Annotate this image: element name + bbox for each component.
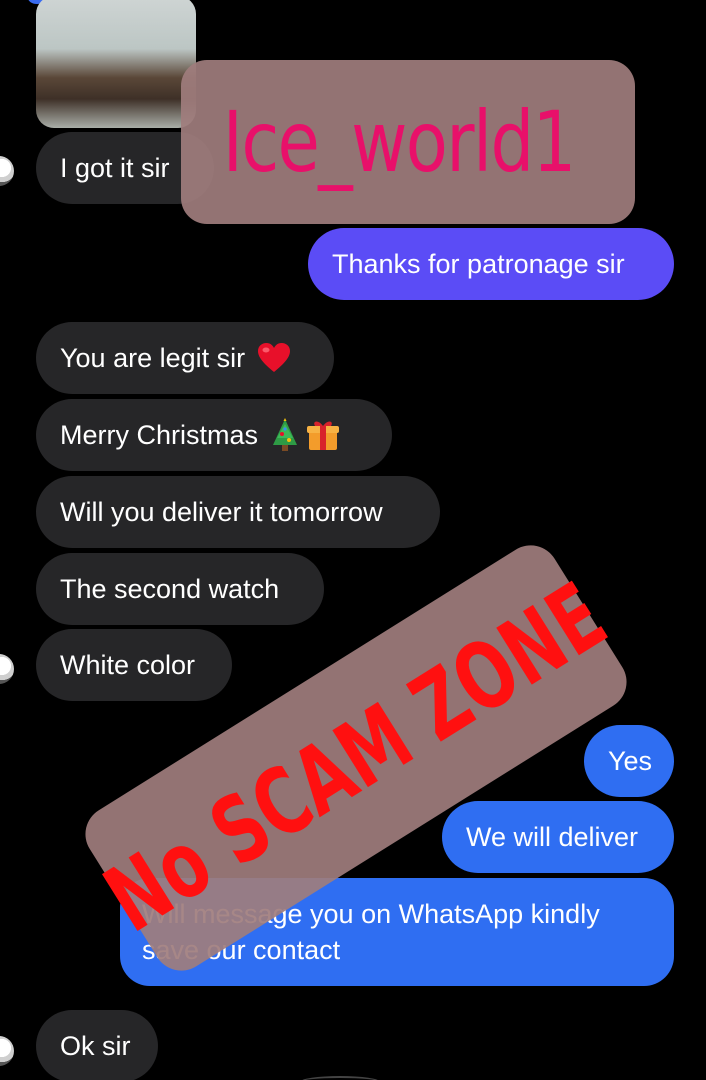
message-text: Merry Christmas [60,420,259,450]
message-text: The second watch [60,574,280,604]
message-bubble-incoming[interactable]: Ok sir [36,1010,158,1080]
watermark-username-box: Ice_world1 [181,60,635,224]
message-text: Ok sir [60,1031,131,1061]
message-text: White color [60,650,196,680]
message-text: You are legit sir [60,343,246,373]
message-bubble-outgoing[interactable]: We will deliver [442,801,674,873]
sender-avatar[interactable] [0,1036,14,1066]
gift-icon [306,418,340,452]
reaction-indicator [300,1076,380,1080]
message-bubble-incoming[interactable]: White color [36,629,232,701]
message-bubble-outgoing[interactable]: Thanks for patronage sir [308,228,674,300]
message-text: I got it sir [60,153,170,183]
message-text: Will you deliver it tomorrow [60,497,383,527]
message-text: Yes [608,746,653,776]
watermark-username: Ice_world1 [222,93,577,191]
message-text: Thanks for patronage sir [332,249,625,279]
attached-photo[interactable] [36,0,196,128]
message-bubble-incoming[interactable]: Merry Christmas [36,399,392,471]
red-heart-icon [257,342,291,374]
message-bubble-outgoing[interactable]: Yes [584,725,674,797]
sender-avatar[interactable] [0,156,14,186]
message-bubble-incoming[interactable]: Will you deliver it tomorrow [36,476,440,548]
message-bubble-incoming[interactable]: You are legit sir [36,322,334,394]
chat-thread[interactable]: I got it sir Ice_world1 Thanks for patro… [0,0,706,1080]
sender-avatar[interactable] [0,654,14,684]
message-bubble-incoming[interactable]: The second watch [36,553,324,625]
message-text: We will deliver [466,822,639,852]
christmas-tree-icon [270,418,300,452]
